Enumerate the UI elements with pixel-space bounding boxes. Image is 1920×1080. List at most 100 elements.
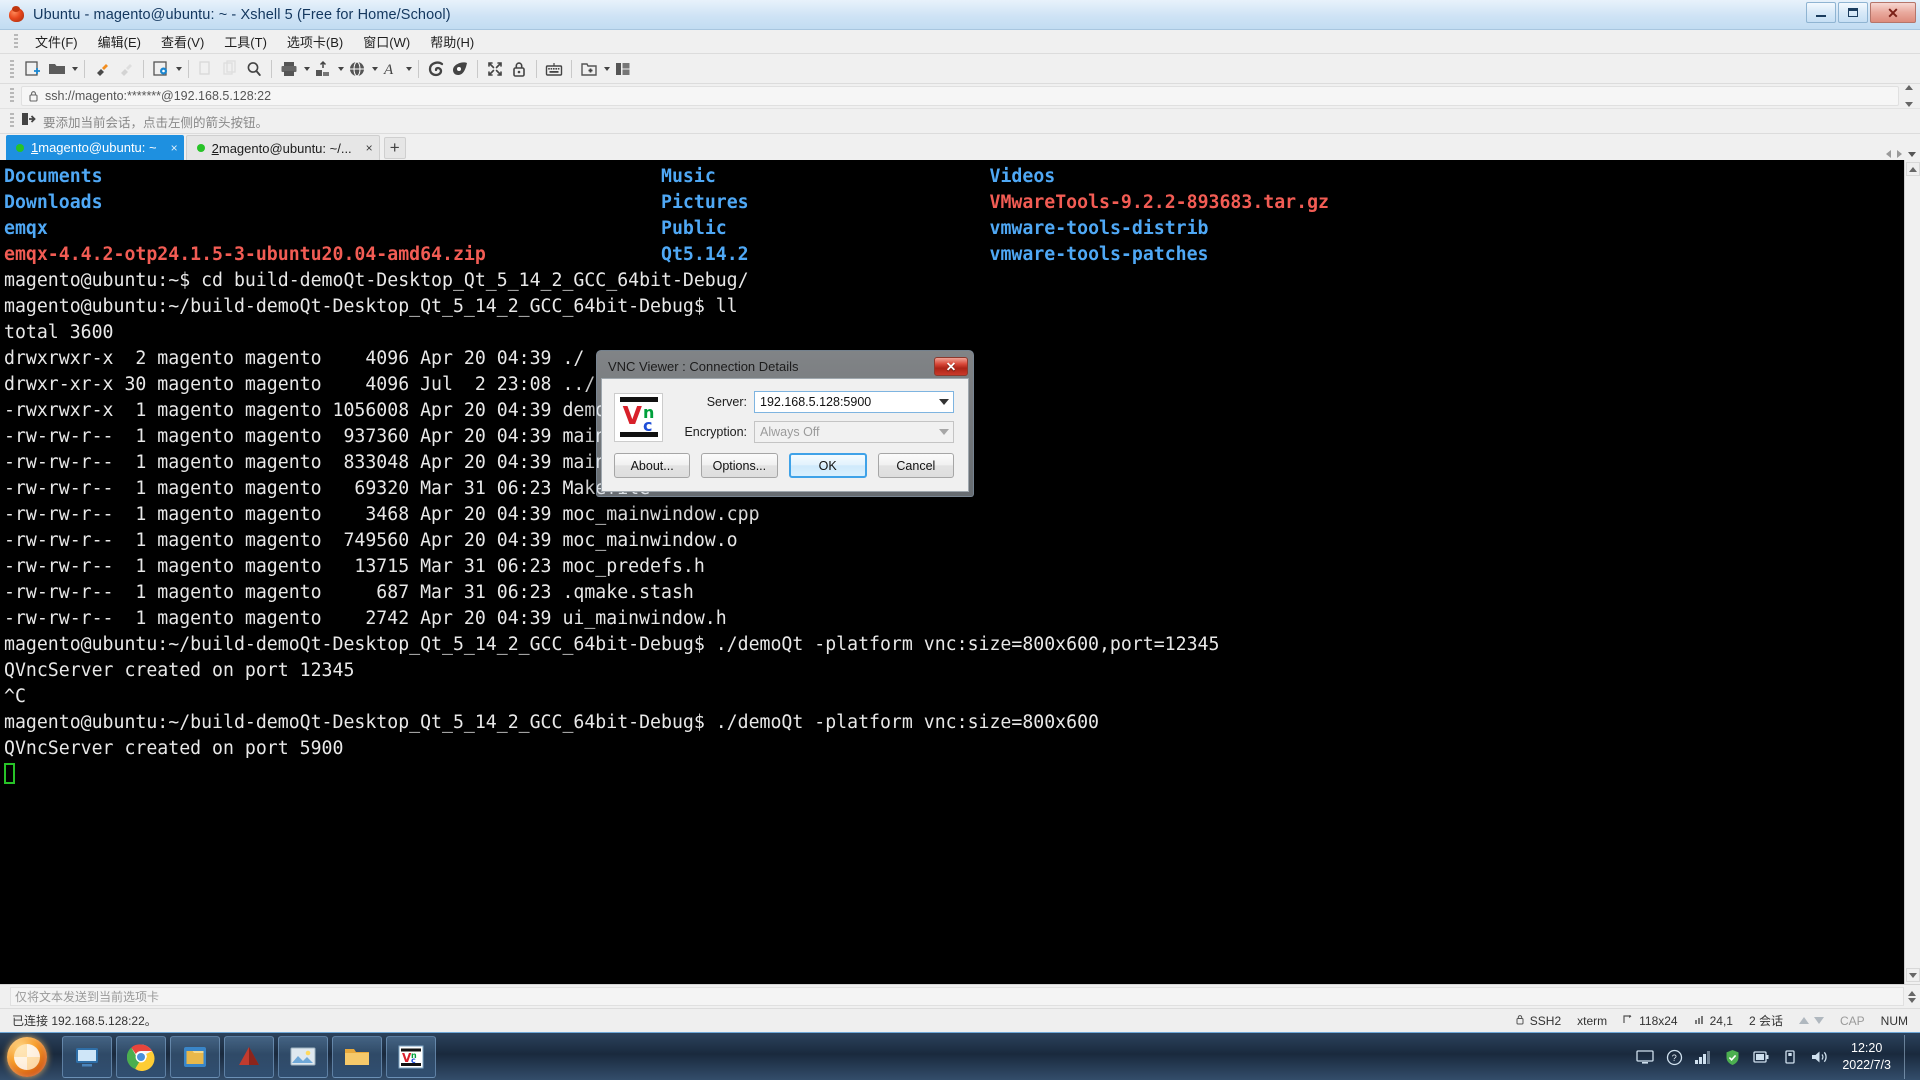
new-tab-icon[interactable] <box>577 57 601 81</box>
send-arrows[interactable] <box>1908 990 1916 1003</box>
encryption-dropdown-icon[interactable] <box>934 422 953 442</box>
tab-list-dropdown-icon[interactable] <box>1908 151 1916 157</box>
status-term: xterm <box>1577 1013 1608 1028</box>
folder-window-icon[interactable] <box>170 1035 220 1078</box>
menu-window[interactable]: 窗口(W) <box>354 30 419 53</box>
terminal-line: -rw-rw-r-- 1 magento magento 687 Mar 31 … <box>4 580 1904 606</box>
app-icon <box>8 5 26 24</box>
monitor-icon[interactable] <box>1635 1047 1655 1067</box>
menu-tools[interactable]: 工具(T) <box>215 30 276 53</box>
ls-entry: emqx <box>4 218 48 239</box>
scroll-up-icon[interactable] <box>1905 85 1913 90</box>
terminal-text: -rw-rw-r-- 1 magento magento 2742 Apr 20… <box>4 608 727 629</box>
find-icon[interactable] <box>242 57 266 81</box>
menu-help[interactable]: 帮助(H) <box>421 30 483 53</box>
tab-close-icon[interactable]: × <box>171 141 178 155</box>
session-properties-icon[interactable] <box>149 57 173 81</box>
volume-icon[interactable] <box>1809 1047 1829 1067</box>
file-manager-icon[interactable] <box>332 1035 382 1078</box>
terminal-line: emqx-4.4.2-otp24.1.5-3-ubuntu20.04-amd64… <box>4 242 1904 268</box>
globe-dropdown-icon[interactable] <box>369 57 379 81</box>
hint-grip[interactable] <box>10 113 14 129</box>
battery-icon[interactable] <box>1751 1047 1771 1067</box>
usb-icon[interactable] <box>1780 1047 1800 1067</box>
globe-icon[interactable] <box>345 57 369 81</box>
status-size-label: 118x24 <box>1639 1013 1678 1028</box>
vnc-viewer-icon[interactable]: V n c <box>386 1035 436 1078</box>
dialog-close-button[interactable]: ✕ <box>934 356 968 376</box>
terminal-output[interactable]: Documents Music Videos Downloads Pictures… <box>0 160 1904 984</box>
address-grip[interactable] <box>10 88 14 104</box>
connection-status: 已连接 192.168.5.128:22。 <box>12 1014 157 1028</box>
send-scroll-up-icon[interactable] <box>1908 990 1916 996</box>
network-icon[interactable] <box>1693 1047 1713 1067</box>
keyboard-icon[interactable] <box>542 57 566 81</box>
show-desktop-button[interactable] <box>1904 1035 1912 1079</box>
tab-session-2[interactable]: 2 magento@ubuntu: ~/... × <box>185 135 380 160</box>
menu-tabs[interactable]: 选项卡(B) <box>278 30 352 53</box>
server-label: Server: <box>706 395 747 409</box>
new-tab-dropdown-icon[interactable] <box>601 57 611 81</box>
layout-icon[interactable] <box>611 57 635 81</box>
about-button[interactable]: About... <box>614 453 691 478</box>
ssh-tunnel-icon[interactable] <box>424 57 448 81</box>
ok-button[interactable]: OK <box>788 453 867 478</box>
toolbar-grip[interactable] <box>10 59 14 78</box>
lock-icon[interactable] <box>507 57 531 81</box>
maximize-button[interactable] <box>1838 2 1868 23</box>
menu-edit[interactable]: 编辑(E) <box>89 30 150 53</box>
font-icon[interactable]: A <box>379 57 403 81</box>
chrome-icon[interactable] <box>116 1035 166 1078</box>
address-scroll-arrows[interactable] <box>1902 85 1916 107</box>
transfer-dropdown-icon[interactable] <box>335 57 345 81</box>
scroll-down-button[interactable] <box>1905 968 1920 982</box>
tab-session-1[interactable]: 1 magento@ubuntu: ~ × <box>6 135 184 160</box>
close-button[interactable]: ✕ <box>1870 2 1916 23</box>
encryption-select[interactable]: Always Off <box>754 421 954 443</box>
print-dropdown-icon[interactable] <box>301 57 311 81</box>
shield-icon[interactable] <box>1722 1047 1742 1067</box>
menu-grip[interactable] <box>14 33 18 50</box>
session-properties-dropdown-icon[interactable] <box>173 57 183 81</box>
tab-scroll-left-icon[interactable] <box>1886 150 1891 158</box>
send-text-input[interactable]: 仅将文本发送到当前选项卡 <box>10 987 1904 1006</box>
menu-view[interactable]: 查看(V) <box>152 30 213 53</box>
connect-icon[interactable] <box>90 57 114 81</box>
fullscreen-icon[interactable] <box>483 57 507 81</box>
server-value: 192.168.5.128:5900 <box>760 395 872 409</box>
font-dropdown-icon[interactable] <box>403 57 413 81</box>
add-session-arrow-icon[interactable] <box>21 112 36 131</box>
new-tab-button[interactable]: + <box>383 137 406 159</box>
tab-label: magento@ubuntu: ~/... <box>218 140 352 156</box>
address-input[interactable]: ssh://magento:*******@192.168.5.128:22 <box>21 86 1899 106</box>
taskbar-clock[interactable]: 12:20 2022/7/3 <box>1842 1040 1891 1074</box>
open-folder-dropdown-icon[interactable] <box>69 57 79 81</box>
send-scroll-down-icon[interactable] <box>1908 997 1916 1003</box>
ls-entry: vmware-tools-distrib <box>989 218 1209 239</box>
help-icon[interactable]: ? <box>1664 1047 1684 1067</box>
clock-time: 12:20 <box>1851 1041 1883 1056</box>
terminal-scrollbar[interactable] <box>1904 160 1920 984</box>
menu-file[interactable]: 文件(F) <box>26 30 87 53</box>
server-dropdown-icon[interactable] <box>934 392 953 412</box>
tab-scroll-right-icon[interactable] <box>1897 150 1902 158</box>
server-input[interactable]: 192.168.5.128:5900 <box>754 391 954 413</box>
photo-viewer-icon[interactable] <box>278 1035 328 1078</box>
scroll-down-icon[interactable] <box>1905 102 1913 107</box>
start-orb-icon[interactable] <box>2 1035 52 1079</box>
tab-close-icon[interactable]: × <box>366 141 373 155</box>
terminal-line: -rw-rw-r-- 1 magento magento 2742 Apr 20… <box>4 606 1904 632</box>
explorer-icon[interactable] <box>62 1035 112 1078</box>
transfer-icon[interactable] <box>311 57 335 81</box>
ftp-icon[interactable] <box>448 57 472 81</box>
pyramid-app-icon[interactable] <box>224 1035 274 1078</box>
window-title: Ubuntu - magento@ubuntu: ~ - Xshell 5 (F… <box>33 6 451 23</box>
scroll-up-button[interactable] <box>1905 162 1920 176</box>
ls-entry: Public <box>661 218 727 239</box>
new-session-icon[interactable] <box>21 57 45 81</box>
print-icon[interactable] <box>277 57 301 81</box>
cancel-button[interactable]: Cancel <box>877 453 954 478</box>
minimize-button[interactable] <box>1806 2 1836 23</box>
open-folder-icon[interactable] <box>45 57 69 81</box>
options-button[interactable]: Options... <box>701 453 778 478</box>
